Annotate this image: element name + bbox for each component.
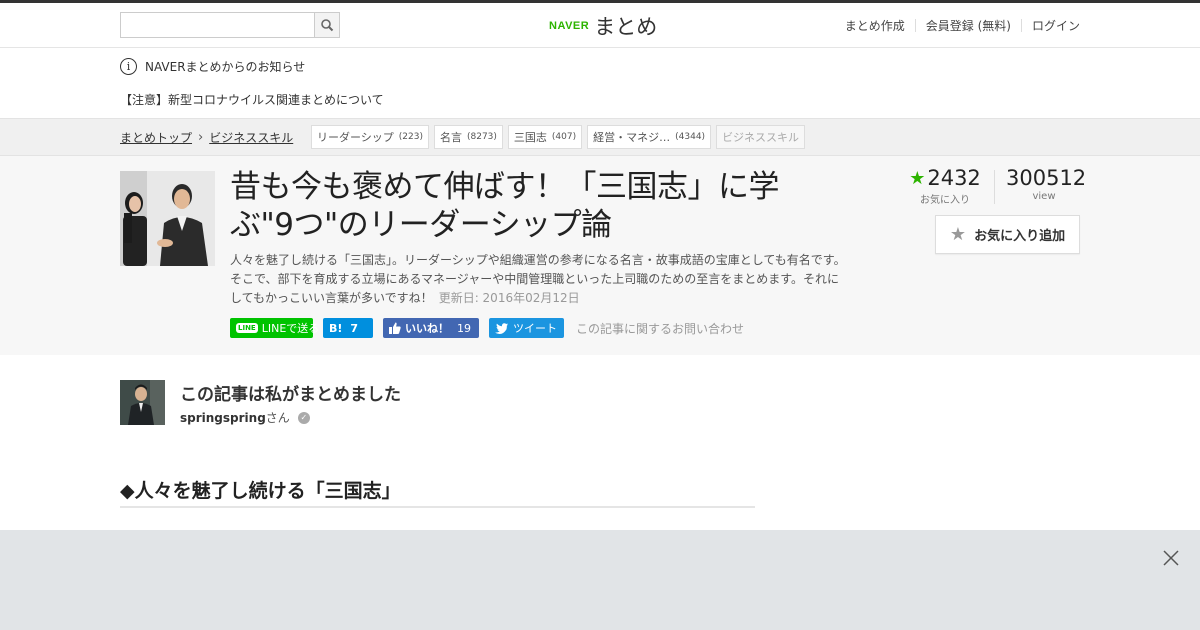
author-suffix: さん — [265, 411, 290, 425]
updated-date: 更新日: 2016年02月12日 — [438, 291, 580, 305]
tag-leadership[interactable]: リーダーシップ (223) — [311, 125, 429, 149]
favorites-label: お気に入り — [920, 195, 970, 206]
logo-matome: まとめ — [594, 15, 658, 39]
bottom-ad-banner — [0, 530, 1200, 630]
tag-label: 経営・マネジ… — [593, 131, 671, 144]
naver-matome-logo[interactable]: NAVER まとめ — [549, 11, 657, 41]
tag-label: ビジネススキル — [722, 131, 800, 144]
facebook-like-label: いいね！ — [405, 322, 449, 335]
star-icon: ★ — [909, 167, 926, 189]
create-matome-link[interactable]: まとめ作成 — [835, 17, 915, 34]
breadcrumb-category[interactable]: ビジネススキル — [209, 129, 293, 146]
tag-count: (407) — [551, 132, 577, 142]
line-share-button[interactable]: LINE LINEで送る — [230, 318, 319, 338]
favorites-count: 2432 — [927, 166, 981, 190]
author-name[interactable]: springspring — [180, 411, 266, 425]
chevron-right-icon: › — [198, 129, 204, 145]
avatar-image — [120, 380, 165, 425]
article-thumbnail[interactable] — [120, 171, 215, 266]
tag-sangokushi[interactable]: 三国志 (407) — [507, 125, 583, 149]
search-icon — [321, 19, 334, 32]
views-label: view — [1032, 191, 1056, 202]
thumbnail-image — [120, 171, 215, 266]
favorites-stat: ★ 2432 お気に入り — [909, 166, 981, 206]
tag-list: リーダーシップ (223) 名言 (8273) 三国志 (407) 経営・マネジ… — [311, 125, 810, 149]
add-favorite-label: お気に入り追加 — [974, 229, 1066, 244]
facebook-like-button[interactable]: いいね！ 19 — [383, 318, 479, 338]
author-name-row: springspring さん ✓ — [180, 409, 310, 426]
verified-check-icon: ✓ — [297, 411, 310, 424]
info-icon: i — [120, 58, 137, 75]
tweet-button[interactable]: ツイート — [489, 318, 564, 338]
line-icon: LINE — [236, 323, 258, 333]
author-heading: この記事は私がまとめました — [180, 385, 401, 405]
header-nav: まとめ作成 会員登録 (無料) ログイン — [835, 17, 1080, 34]
breadcrumb-top[interactable]: まとめトップ — [120, 129, 192, 146]
site-header: NAVER まとめ まとめ作成 会員登録 (無料) ログイン — [0, 3, 1200, 48]
article-description: 人々を魅了し続ける「三国志」。リーダーシップや組織運営の参考になる名言・故事成語… — [230, 251, 850, 308]
add-favorite-button[interactable]: ★ お気に入り追加 — [935, 215, 1080, 254]
avatar[interactable] — [120, 380, 165, 425]
tag-business-skill[interactable]: ビジネススキル — [716, 125, 806, 149]
tag-label: 名言 — [439, 131, 462, 144]
views-count: 300512 — [1006, 166, 1087, 190]
thumbs-up-icon — [389, 322, 401, 334]
share-bar: LINE LINEで送る B! 7 いいね！ 19 ツイート この記事に関するお… — [230, 318, 744, 338]
twitter-bird-icon — [495, 322, 508, 334]
views-stat: 300512 view — [1006, 166, 1087, 202]
hatena-icon: B! — [329, 321, 343, 335]
tag-count: (8273) — [466, 132, 497, 142]
tag-label: リーダーシップ — [317, 131, 394, 144]
search-button[interactable] — [314, 13, 339, 37]
line-share-label: LINEで送る — [261, 322, 320, 335]
tweet-label: ツイート — [513, 322, 557, 335]
section-heading: ◆人々を魅了し続ける「三国志」 — [120, 476, 755, 508]
logo-naver: NAVER — [549, 20, 590, 32]
breadcrumb: まとめトップ › ビジネススキル — [120, 119, 293, 155]
breadcrumb-bar: まとめトップ › ビジネススキル リーダーシップ (223) 名言 (8273)… — [0, 118, 1200, 156]
article-stats: ★ 2432 お気に入り 300512 view — [909, 166, 1087, 206]
notice-link[interactable]: 【注意】新型コロナウイルス関連まとめについて — [120, 91, 384, 108]
tag-management[interactable]: 経営・マネジ… (4344) — [587, 125, 712, 149]
register-link[interactable]: 会員登録 (無料) — [916, 17, 1021, 34]
article-header: 昔も今も褒めて伸ばす！「三国志」に学ぶ"9つ"のリーダーシップ論 人々を魅了し続… — [0, 156, 1200, 355]
tag-label: 三国志 — [513, 131, 547, 144]
login-link[interactable]: ログイン — [1022, 17, 1080, 34]
tag-quotes[interactable]: 名言 (8273) — [433, 125, 503, 149]
search-input[interactable] — [121, 13, 315, 37]
search-box — [120, 12, 340, 38]
hatena-count: 7 — [350, 321, 359, 335]
tag-count: (4344) — [675, 132, 706, 142]
tag-count: (223) — [398, 132, 423, 142]
close-icon[interactable] — [1160, 547, 1182, 569]
notice-header: i NAVERまとめからのお知らせ — [120, 58, 305, 75]
notice-title: NAVERまとめからのお知らせ — [145, 60, 306, 74]
stats-divider — [994, 170, 995, 204]
facebook-like-count: 19 — [457, 321, 471, 335]
hatena-bookmark-button[interactable]: B! 7 — [323, 318, 373, 338]
contact-link[interactable]: この記事に関するお問い合わせ — [576, 320, 744, 337]
star-outline-icon: ★ — [949, 224, 967, 245]
article-title: 昔も今も褒めて伸ばす！「三国志」に学ぶ"9つ"のリーダーシップ論 — [230, 169, 780, 243]
